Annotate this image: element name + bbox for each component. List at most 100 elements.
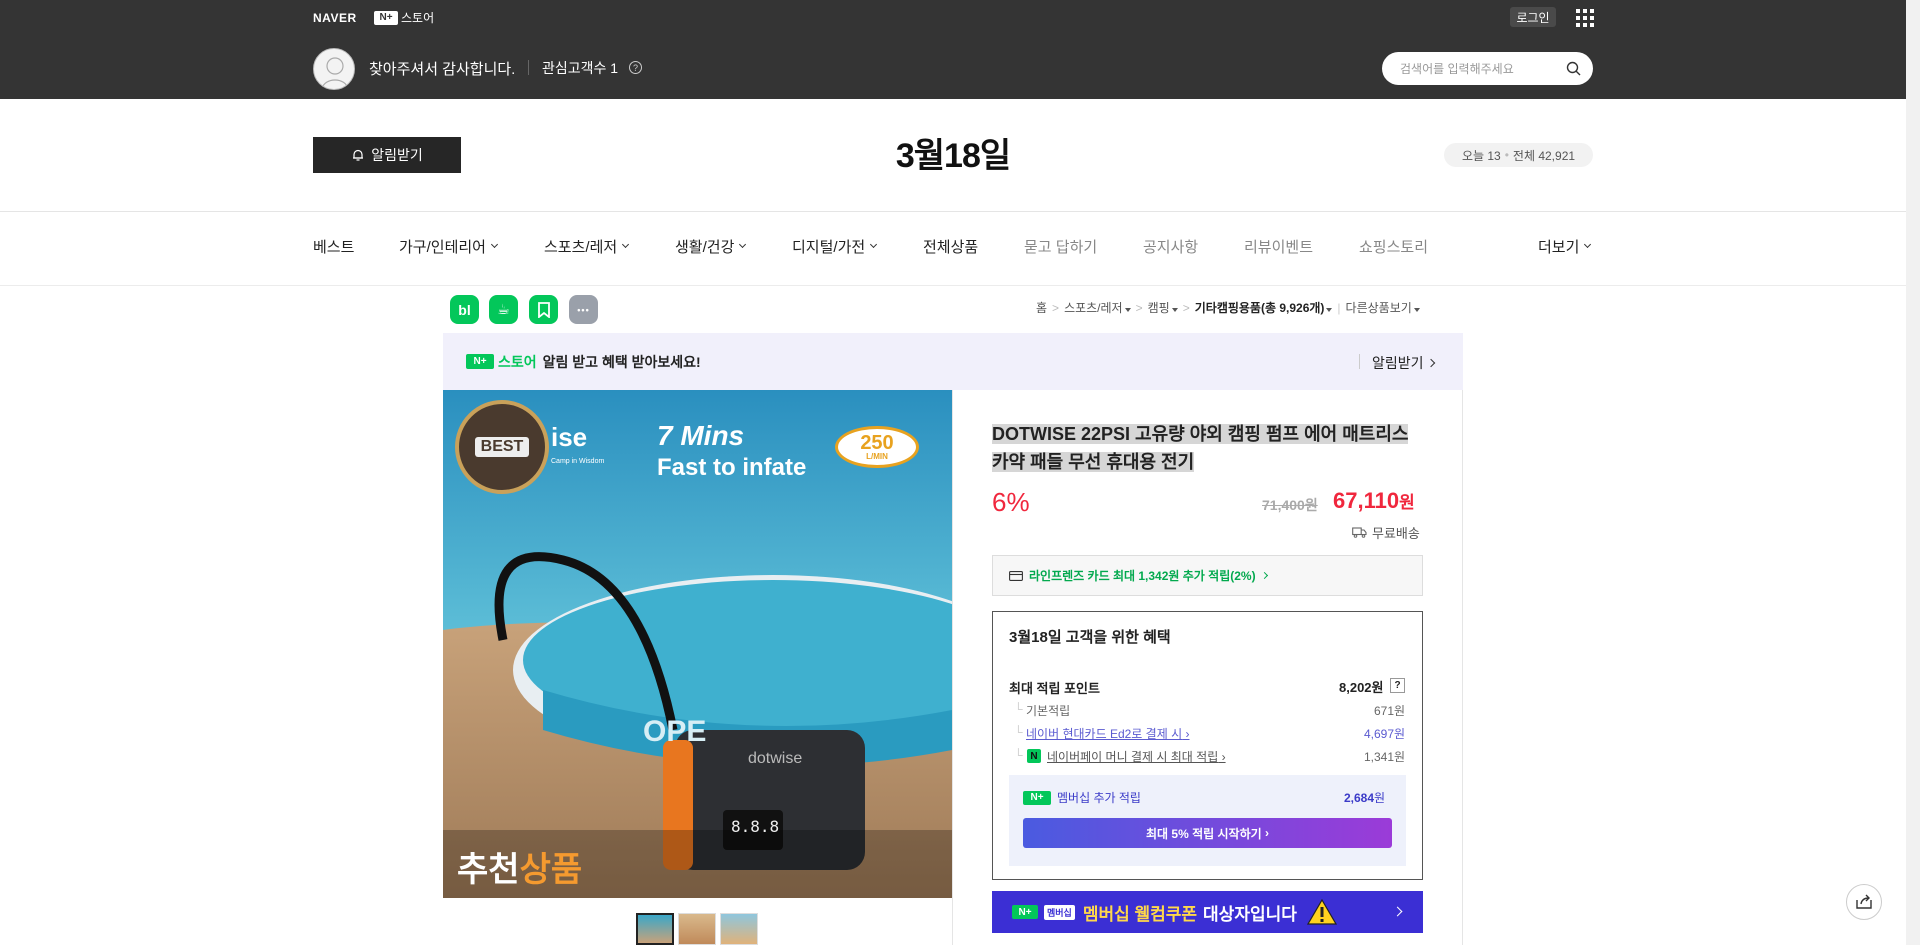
card-benefit-text: 라인프렌즈 카드 최대 1,342원 추가 적립(2%) <box>1029 569 1256 583</box>
npay-money-value: 1,341원 <box>1364 750 1406 764</box>
breadcrumb-home[interactable]: 홈 <box>1036 299 1047 316</box>
caret-down-icon <box>1171 308 1178 312</box>
naver-logo[interactable]: NAVER <box>313 11 357 25</box>
apps-grid-icon[interactable] <box>1576 9 1594 27</box>
product-main-image[interactable]: BEST ise Camp in Wisdom 7 Mins Fast to i… <box>443 390 952 898</box>
coupon-badge-sub: 멤버십 <box>1044 904 1075 920</box>
nav-label: 생활/건강 <box>675 239 735 256</box>
breadcrumb-current[interactable]: 기타캠핑용품(총 9,926개) <box>1195 299 1333 316</box>
nav-label: 쇼핑스토리 <box>1359 239 1429 256</box>
caret-down-icon <box>1326 308 1333 312</box>
brand-text: ise <box>551 422 588 452</box>
membership-value-unit: 원 <box>1374 791 1386 805</box>
blog-share-icon[interactable]: bl <box>450 295 479 324</box>
visitors-total: 전체 42,921 <box>1512 148 1576 163</box>
store-avatar[interactable] <box>313 48 355 90</box>
store-title[interactable]: 3월18일 <box>0 128 1906 177</box>
help-icon[interactable]: ? <box>1390 678 1405 693</box>
product-title-text: DOTWISE 22PSI 고유량 야외 캠핑 펌프 에어 매트리스 카약 패들… <box>992 424 1409 472</box>
divider: | <box>1337 300 1341 315</box>
hyundai-card-label: 네이버 현대카드 Ed2로 결제 시 <box>1026 727 1183 741</box>
promo-action[interactable]: 알림받기 <box>1372 353 1435 373</box>
original-price: 71,400원 <box>1262 497 1318 513</box>
discount-rate: 6% <box>992 487 1030 517</box>
membership-value: 2,684원 <box>1344 789 1385 806</box>
thumbnail-2[interactable] <box>678 913 716 945</box>
nav-more[interactable]: 더보기 <box>1538 236 1592 257</box>
membership-button-label: 최대 5% 적립 시작하기 <box>1145 826 1262 841</box>
banner-orange-text: 상품 <box>519 851 583 889</box>
board-text: OPE <box>643 715 707 748</box>
fans-count: 관심고객수 1 <box>542 60 619 76</box>
welcome-coupon-banner[interactable]: N+ 멤버십 멤버십 웰컴쿠폰 대상자입니다 <box>992 891 1423 933</box>
nav-label: 디지털/가전 <box>792 239 866 256</box>
flow-unit: L/MIN <box>866 452 888 461</box>
thumbnail-3[interactable] <box>720 913 758 945</box>
divider <box>0 211 1906 212</box>
welcome-text: 찾아주셔서 감사합니다. <box>369 61 516 78</box>
nplus-store-link[interactable]: N+ 스토어 <box>374 9 434 26</box>
caret-down-icon <box>1413 308 1420 312</box>
promo-message: 알림 받고 혜택 받아보세요! <box>542 353 701 370</box>
nav-label: 전체상품 <box>923 239 979 256</box>
nav-living[interactable]: 생활/건강 <box>675 236 747 257</box>
nplus-badge: N+ <box>466 354 494 369</box>
headline-1: 7 Mins <box>657 420 745 451</box>
hyundai-card-link[interactable]: 네이버 현대카드 Ed2로 결제 시 › <box>1026 725 1189 742</box>
divider <box>528 60 529 75</box>
membership-label: 멤버십 추가 적립 <box>1057 791 1141 805</box>
nav-notice[interactable]: 공지사항 <box>1143 236 1198 257</box>
thumbnail-1[interactable] <box>636 913 674 945</box>
recommend-banner: 추천상품 <box>457 842 582 891</box>
chevron-down-icon <box>622 240 630 249</box>
best-badge: BEST <box>455 400 549 494</box>
tree-branch: └ <box>1014 702 1023 716</box>
visitors-today: 오늘 13 <box>1461 148 1501 163</box>
credit-card-icon <box>1009 570 1023 581</box>
nav-all-products[interactable]: 전체상품 <box>923 236 978 257</box>
alarm-promo-banner[interactable]: N+ 스토어 알림 받고 혜택 받아보세요! 알림받기 <box>443 333 1463 390</box>
more-share-icon[interactable]: ••• <box>569 295 598 324</box>
nav-furniture[interactable]: 가구/인테리어 <box>399 236 499 257</box>
nav-label: 공지사항 <box>1143 239 1199 256</box>
chevron-right-icon <box>1260 571 1268 580</box>
promo-action-label: 알림받기 <box>1372 355 1424 371</box>
search-input[interactable] <box>1400 61 1566 76</box>
shipping-info: 무료배송 <box>1352 523 1420 542</box>
membership-row: N+ 멤버십 추가 적립 <box>1023 789 1141 806</box>
card-benefit-banner[interactable]: 라인프렌즈 카드 최대 1,342원 추가 적립(2%) <box>992 555 1423 596</box>
benefit-title: 3월18일 고객을 위한 혜택 <box>1009 629 1171 646</box>
scrollbar-track[interactable] <box>1906 0 1920 945</box>
nav-label: 더보기 <box>1538 239 1580 256</box>
search-box[interactable] <box>1382 52 1593 85</box>
nav-shopping-story[interactable]: 쇼핑스토리 <box>1359 236 1428 257</box>
visitors-dot: • <box>1504 148 1509 162</box>
membership-start-button[interactable]: 최대 5% 적립 시작하기 › <box>1023 818 1392 848</box>
info-icon[interactable]: ? <box>629 61 642 74</box>
nav-label: 묻고 답하기 <box>1024 239 1098 256</box>
caret-down-icon <box>1124 308 1131 312</box>
nav-digital[interactable]: 디지털/가전 <box>792 236 878 257</box>
keep-share-icon[interactable] <box>529 295 558 324</box>
nplus-badge: N+ <box>374 10 398 25</box>
visitor-count: 오늘 13 • 전체 42,921 <box>1444 143 1593 167</box>
npay-money-link[interactable]: 네이버페이 머니 결제 시 최대 적립 › <box>1047 748 1226 765</box>
cafe-share-icon[interactable]: ☕ <box>489 295 518 324</box>
breadcrumb-sports[interactable]: 스포츠/레저 <box>1064 299 1131 316</box>
nplus-badge: N+ <box>1012 905 1038 919</box>
nav-sports[interactable]: 스포츠/레저 <box>544 236 630 257</box>
search-icon[interactable] <box>1566 61 1581 76</box>
nav-qna[interactable]: 묻고 답하기 <box>1024 236 1097 257</box>
store-label: 스토어 <box>401 11 435 25</box>
divider <box>1359 354 1360 369</box>
breadcrumb-label: 캠핑 <box>1147 301 1170 315</box>
breadcrumb-camping[interactable]: 캠핑 <box>1148 299 1178 316</box>
nav-best[interactable]: 베스트 <box>313 236 354 257</box>
floating-share-button[interactable] <box>1846 884 1882 920</box>
nav-review-event[interactable]: 리뷰이벤트 <box>1244 236 1313 257</box>
nplus-badge: N+ <box>1023 790 1051 805</box>
other-products-link[interactable]: 다른상품보기 <box>1346 299 1420 316</box>
avatar-icon <box>321 57 349 89</box>
login-button[interactable]: 로그인 <box>1510 7 1556 27</box>
banner-white-text: 추천 <box>457 851 520 889</box>
